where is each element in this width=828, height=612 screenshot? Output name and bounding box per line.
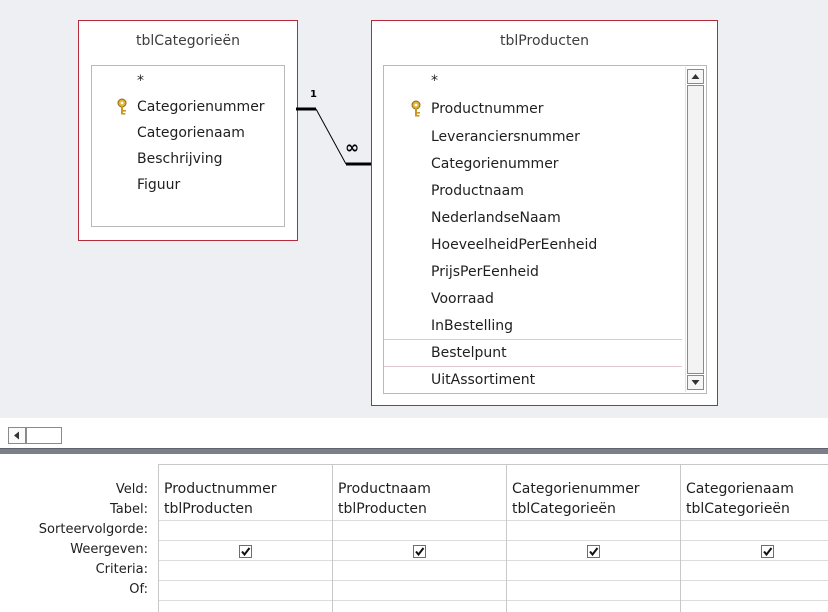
grid-cell-tabel[interactable]: tblCategorieën: [686, 501, 790, 517]
relationship-join-line[interactable]: [296, 100, 372, 170]
grid-top-border: [158, 464, 828, 465]
field-item-key[interactable]: Categorienummer: [92, 94, 284, 120]
grid-cell-veld[interactable]: Categorienummer: [512, 481, 640, 497]
row-label-weergeven: Weergeven:: [70, 542, 148, 557]
checkmark-icon: [763, 547, 773, 557]
field-item[interactable]: Beschrijving: [92, 146, 284, 172]
row-label-of: Of:: [129, 582, 148, 597]
field-item-key[interactable]: Productnummer: [384, 96, 684, 122]
weergeven-checkbox[interactable]: [761, 545, 774, 558]
grid-column-divider: [158, 464, 159, 612]
relationship-one-label: 1: [310, 89, 317, 100]
grid-cell-tabel[interactable]: tblProducten: [338, 501, 427, 517]
query-design-pane[interactable]: tblCategorieën * Categorienummer Categor…: [0, 0, 828, 418]
field-list-categorieen[interactable]: * Categorienummer Categorienaam Beschrij…: [91, 65, 285, 227]
row-label-sorteervolgorde: Sorteervolgorde:: [38, 522, 148, 537]
vertical-scrollbar[interactable]: [685, 67, 705, 392]
grid-column-divider: [506, 464, 507, 612]
field-item[interactable]: Figuur: [92, 172, 284, 198]
scroll-thumb[interactable]: [26, 427, 62, 444]
field-item[interactable]: Productnaam: [384, 178, 684, 204]
table-box-producten[interactable]: tblProducten * Productnummer Leverancier…: [371, 20, 718, 406]
primary-key-icon: [411, 100, 421, 117]
field-item[interactable]: PrijsPerEenheid: [384, 259, 684, 285]
checkmark-icon: [589, 547, 599, 557]
field-item[interactable]: Voorraad: [384, 286, 684, 312]
grid-row-line: [158, 560, 828, 561]
grid-cell-veld[interactable]: Productnummer: [164, 481, 277, 497]
weergeven-checkbox[interactable]: [587, 545, 600, 558]
grid-row-line: [158, 580, 828, 581]
table-box-categorieen[interactable]: tblCategorieën * Categorienummer Categor…: [78, 20, 298, 241]
triangle-left-icon: [14, 431, 19, 440]
row-label-tabel: Tabel:: [110, 502, 148, 517]
grid-cell-veld[interactable]: Productnaam: [338, 481, 431, 497]
grid-row-line: [158, 540, 828, 541]
grid-cell-tabel[interactable]: tblProducten: [164, 501, 253, 517]
horizontal-scrollbar[interactable]: [0, 418, 828, 448]
checkmark-icon: [415, 547, 425, 557]
grid-column-divider: [680, 464, 681, 612]
triangle-up-icon: [691, 74, 700, 79]
field-item[interactable]: *: [92, 68, 284, 94]
field-item[interactable]: Categorienaam: [92, 120, 284, 146]
scroll-down-button[interactable]: [687, 375, 704, 390]
field-item[interactable]: HoeveelheidPerEenheid: [384, 232, 684, 258]
field-item-selected[interactable]: Bestelpunt: [384, 339, 682, 367]
relationship-many-label: ∞: [345, 138, 360, 158]
field-item[interactable]: NederlandseNaam: [384, 205, 684, 231]
checkmark-icon: [241, 547, 251, 557]
grid-cell-veld[interactable]: Categorienaam: [686, 481, 794, 497]
row-label-veld: Veld:: [115, 482, 148, 497]
field-item[interactable]: *: [384, 68, 684, 94]
row-label-criteria: Criteria:: [95, 562, 148, 577]
grid-cell-tabel[interactable]: tblCategorieën: [512, 501, 616, 517]
field-item[interactable]: Categorienummer: [384, 151, 684, 177]
scroll-left-button[interactable]: [8, 427, 26, 444]
table-title-producten: tblProducten: [500, 33, 589, 49]
grid-column-divider: [332, 464, 333, 612]
scroll-up-button[interactable]: [687, 69, 704, 84]
scroll-thumb[interactable]: [687, 85, 704, 374]
table-title-categorieen: tblCategorieën: [136, 33, 240, 49]
field-list-producten[interactable]: * Productnummer Leveranciersnummer Categ…: [383, 65, 707, 394]
weergeven-checkbox[interactable]: [413, 545, 426, 558]
grid-row-line: [158, 600, 828, 601]
primary-key-icon: [117, 98, 127, 115]
weergeven-checkbox[interactable]: [239, 545, 252, 558]
field-item[interactable]: InBestelling: [384, 313, 684, 339]
grid-row-line: [158, 520, 828, 521]
field-item[interactable]: UitAssortiment: [384, 367, 684, 393]
query-design-grid[interactable]: Veld: Tabel: Sorteervolgorde: Weergeven:…: [0, 454, 828, 612]
triangle-down-icon: [691, 380, 700, 385]
field-item[interactable]: Leveranciersnummer: [384, 124, 684, 150]
